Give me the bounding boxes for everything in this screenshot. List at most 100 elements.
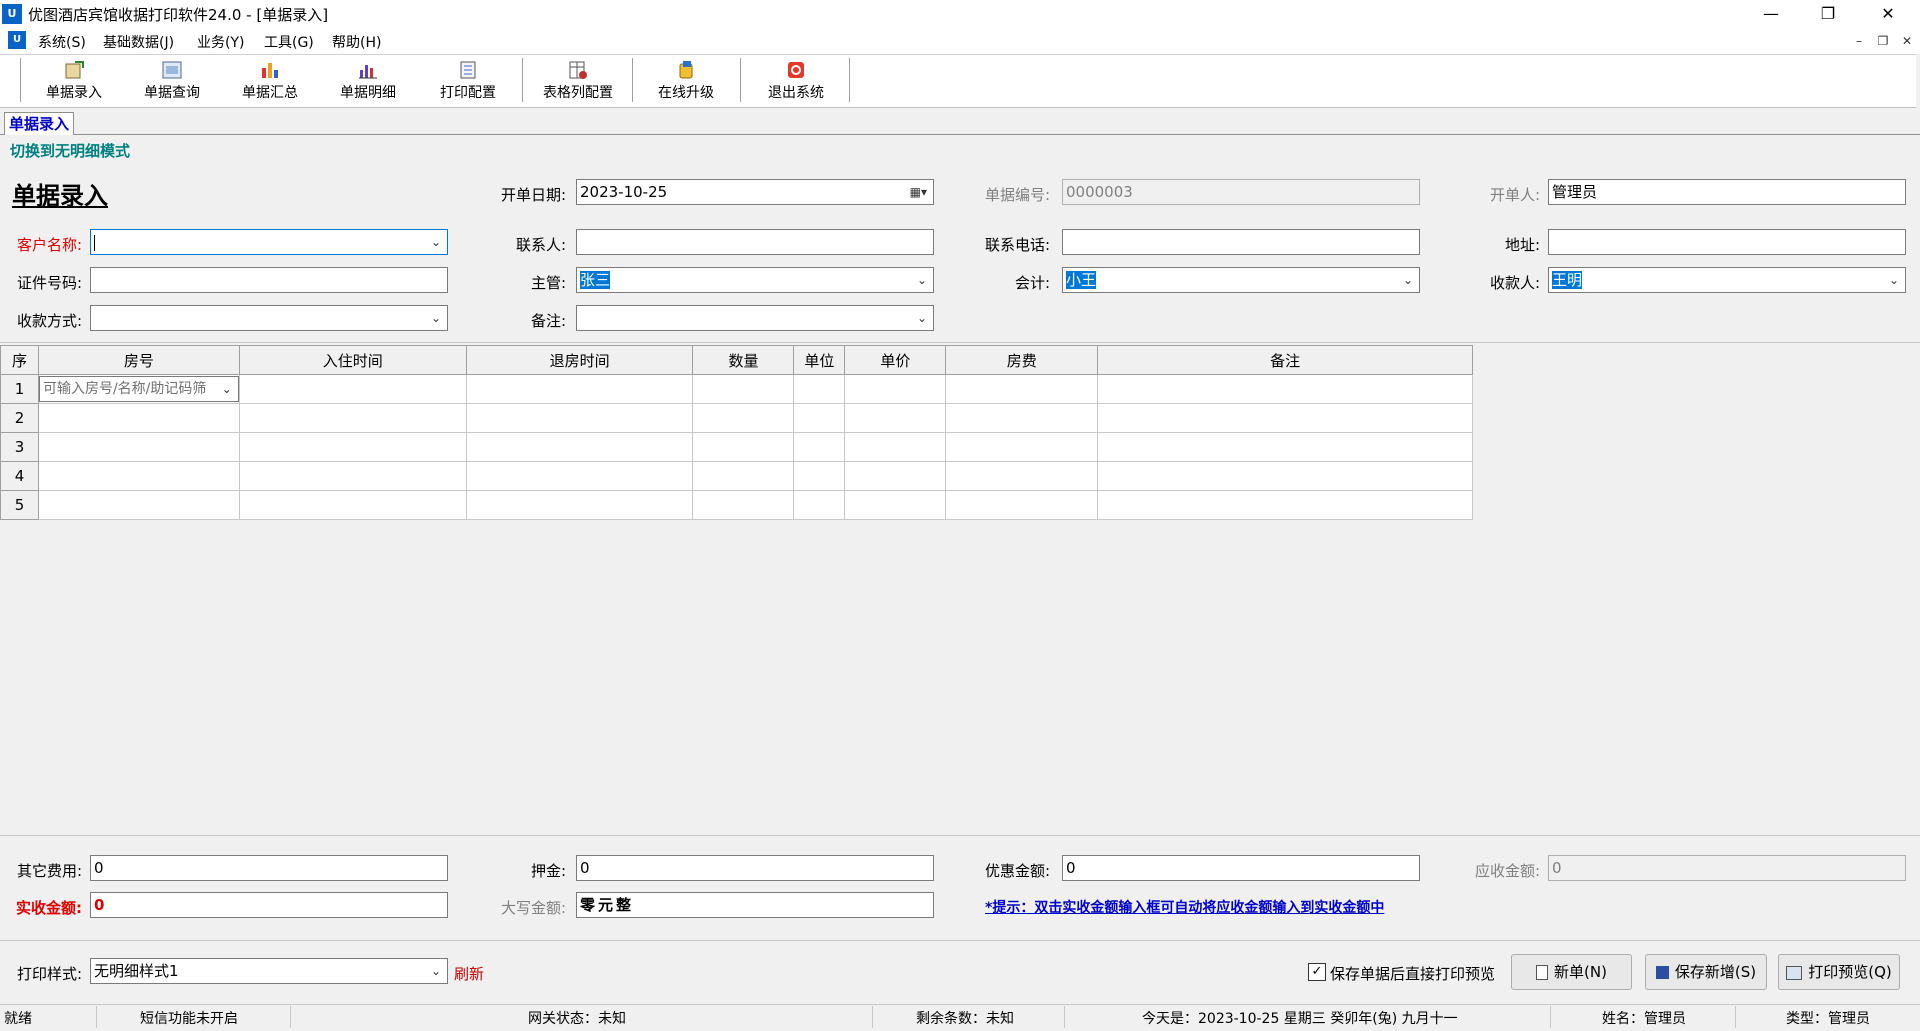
contact-field[interactable] — [576, 229, 934, 255]
chevron-down-icon[interactable]: ⌄ — [431, 306, 441, 330]
column-header[interactable]: 序 — [0, 345, 39, 375]
grid-cell[interactable] — [844, 490, 947, 520]
grid-cell[interactable] — [945, 432, 1099, 462]
menu-system[interactable]: 系统(S) — [38, 32, 86, 52]
grid-cell[interactable] — [238, 490, 467, 520]
paid-field[interactable]: 0 — [90, 892, 448, 918]
grid-cell[interactable] — [945, 374, 1099, 404]
print-preview-button[interactable]: 打印预览(Q) — [1778, 954, 1900, 990]
grid-cell[interactable] — [793, 461, 846, 491]
chevron-down-icon[interactable]: ⌄ — [917, 268, 927, 292]
remark-combo[interactable]: ⌄ — [576, 305, 934, 331]
column-header[interactable]: 备注 — [1097, 345, 1473, 375]
grid-cell[interactable] — [238, 461, 467, 491]
column-header[interactable]: 单价 — [844, 345, 947, 375]
restore-button[interactable]: ❐ — [1800, 0, 1856, 28]
menu-help[interactable]: 帮助(H) — [332, 32, 381, 52]
table-row[interactable]: 4 — [0, 461, 1473, 491]
grid-cell[interactable] — [793, 374, 846, 404]
phone-field[interactable] — [1062, 229, 1420, 255]
payment-combo[interactable]: ⌄ — [90, 305, 448, 331]
table-row[interactable]: 3 — [0, 432, 1473, 462]
grid-cell[interactable] — [465, 461, 694, 491]
grid-cell[interactable] — [692, 461, 795, 491]
close-button[interactable]: ✕ — [1860, 0, 1916, 28]
mdi-restore-button[interactable]: ❐ — [1874, 32, 1892, 50]
column-header[interactable]: 数量 — [692, 345, 795, 375]
customer-combo[interactable]: ⌄ — [90, 229, 448, 255]
grid-cell[interactable] — [37, 403, 240, 433]
grid-cell[interactable] — [793, 403, 846, 433]
address-field[interactable] — [1548, 229, 1906, 255]
room-grid[interactable]: 序 房号 入住时间 退房时间 数量 单位 单价 房费 备注 1 可输入房号/名称… — [0, 345, 1473, 520]
grid-cell[interactable] — [238, 403, 467, 433]
grid-cell[interactable] — [692, 374, 795, 404]
print-style-combo[interactable]: 无明细样式1 ⌄ — [90, 958, 448, 984]
menu-tools[interactable]: 工具(G) — [264, 32, 314, 52]
chevron-down-icon[interactable]: ⌄ — [1403, 268, 1413, 292]
date-picker[interactable]: 2023-10-25 ▦▾ — [576, 179, 934, 205]
menu-base-data[interactable]: 基础数据(J) — [103, 32, 174, 52]
toolbar-print-config[interactable]: 打印配置 — [420, 58, 516, 104]
grid-cell[interactable] — [844, 461, 947, 491]
table-row[interactable]: 5 — [0, 490, 1473, 520]
preview-checkbox-label[interactable]: 保存单据后直接打印预览 — [1330, 963, 1495, 984]
grid-cell[interactable] — [37, 490, 240, 520]
chevron-down-icon[interactable]: ⌄ — [222, 377, 232, 401]
column-header[interactable]: 退房时间 — [465, 345, 694, 375]
grid-cell[interactable] — [37, 432, 240, 462]
chevron-down-icon[interactable]: ⌄ — [1889, 268, 1899, 292]
refresh-link[interactable]: 刷新 — [454, 963, 484, 984]
calendar-icon[interactable]: ▦▾ — [910, 180, 927, 204]
toolbar-document-summary[interactable]: 单据汇总 — [222, 58, 318, 104]
grid-cell[interactable] — [692, 403, 795, 433]
minimize-button[interactable]: — — [1743, 0, 1799, 28]
toolbar-document-detail[interactable]: 单据明细 — [320, 58, 416, 104]
room-combo[interactable]: 可输入房号/名称/助记码筛 ⌄ — [38, 376, 239, 402]
switch-mode-link[interactable]: 切换到无明细模式 — [10, 140, 130, 161]
other-fee-field[interactable]: 0 — [90, 855, 448, 881]
menu-business[interactable]: 业务(Y) — [197, 32, 244, 52]
grid-cell[interactable] — [1097, 490, 1473, 520]
new-button[interactable]: 新单(N) — [1511, 954, 1632, 990]
grid-cell[interactable] — [238, 374, 467, 404]
payee-combo[interactable]: 王明 ⌄ — [1548, 267, 1906, 293]
grid-cell[interactable] — [844, 403, 947, 433]
grid-cell[interactable] — [465, 374, 694, 404]
toolbar-document-entry[interactable]: 单据录入 — [26, 58, 122, 104]
issuer-field[interactable]: 管理员 — [1548, 179, 1906, 205]
hint-link[interactable]: *提示：双击实收金额输入框可自动将应收金额输入到实收金额中 — [985, 897, 1384, 917]
toolbar-document-search[interactable]: 单据查询 — [124, 58, 220, 104]
mdi-minimize-button[interactable]: – — [1850, 32, 1868, 50]
grid-cell[interactable] — [1097, 461, 1473, 491]
table-row[interactable]: 2 — [0, 403, 1473, 433]
chevron-down-icon[interactable]: ⌄ — [917, 306, 927, 330]
manager-combo[interactable]: 张三 ⌄ — [576, 267, 934, 293]
chevron-down-icon[interactable]: ⌄ — [431, 230, 441, 254]
table-row[interactable]: 1 可输入房号/名称/助记码筛 ⌄ — [0, 374, 1473, 404]
grid-cell[interactable] — [692, 432, 795, 462]
grid-cell[interactable] — [945, 490, 1099, 520]
grid-cell[interactable] — [37, 461, 240, 491]
chevron-down-icon[interactable]: ⌄ — [431, 959, 441, 983]
grid-cell[interactable] — [945, 403, 1099, 433]
discount-field[interactable]: 0 — [1062, 855, 1420, 881]
grid-cell[interactable] — [945, 461, 1099, 491]
save-new-button[interactable]: 保存新增(S) — [1645, 954, 1767, 990]
toolbar-online-upgrade[interactable]: 在线升级 — [638, 58, 734, 104]
grid-cell[interactable] — [465, 490, 694, 520]
grid-cell[interactable] — [793, 432, 846, 462]
grid-cell[interactable] — [844, 374, 947, 404]
mdi-close-button[interactable]: ✕ — [1898, 32, 1916, 50]
grid-cell[interactable] — [793, 490, 846, 520]
toolbar-table-config[interactable]: 表格列配置 — [530, 58, 626, 104]
column-header[interactable]: 房号 — [37, 345, 240, 375]
column-header[interactable]: 入住时间 — [238, 345, 467, 375]
deposit-field[interactable]: 0 — [576, 855, 934, 881]
grid-cell[interactable] — [465, 432, 694, 462]
column-header[interactable]: 单位 — [793, 345, 846, 375]
toolbar-exit[interactable]: 退出系统 — [748, 58, 844, 104]
accountant-combo[interactable]: 小王 ⌄ — [1062, 267, 1420, 293]
grid-cell[interactable]: 可输入房号/名称/助记码筛 ⌄ — [37, 374, 240, 404]
grid-cell[interactable] — [1097, 403, 1473, 433]
